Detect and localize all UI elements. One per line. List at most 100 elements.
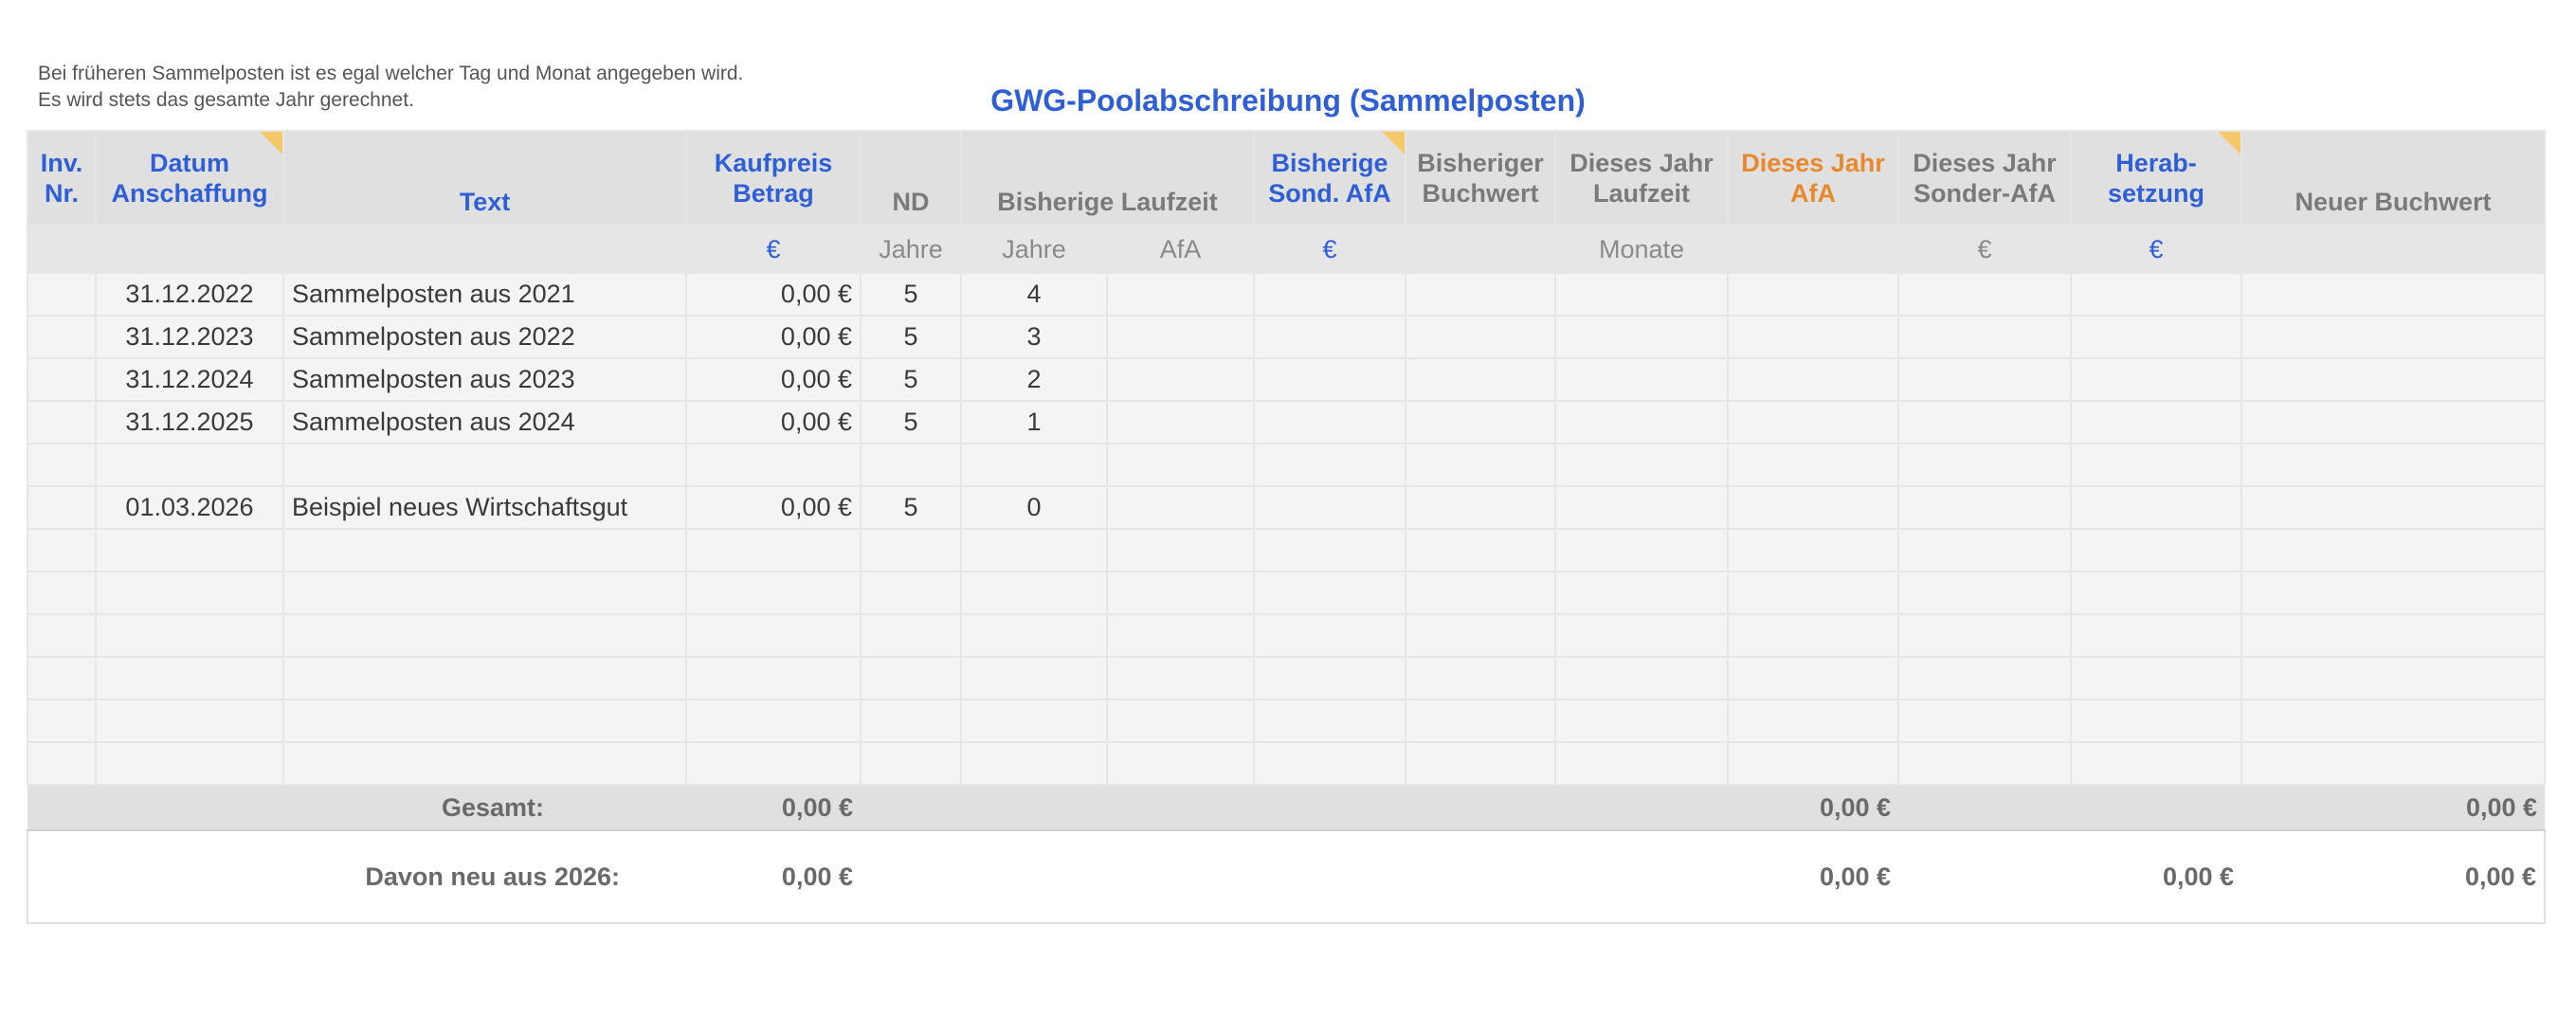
text-cell[interactable]: Sammelposten aus 2022 — [282, 315, 687, 359]
col-header-herab[interactable]: Herab- setzung — [2070, 130, 2243, 227]
text-cell[interactable]: Sammelposten aus 2023 — [282, 357, 687, 402]
buchwert-cell[interactable] — [1405, 272, 1557, 317]
laufzeit-jahre-cell[interactable] — [960, 698, 1108, 743]
col-header-inv[interactable]: Inv. Nr. — [27, 130, 97, 227]
laufzeit-afa-cell[interactable] — [1105, 400, 1256, 444]
herab-cell[interactable] — [2070, 272, 2243, 317]
laufzeit-afa-cell[interactable] — [1105, 698, 1256, 743]
laufzeit-afa-cell[interactable] — [1105, 315, 1256, 359]
laufzeit-jahre-cell[interactable] — [960, 528, 1108, 572]
jahr-sonder-cell[interactable] — [1897, 315, 2073, 359]
new-items-neuer-buchwert[interactable]: 0,00 € — [2241, 830, 2547, 924]
jahr-afa-cell[interactable] — [1727, 656, 1900, 700]
sond-afa-cell[interactable] — [1253, 656, 1407, 700]
betrag-cell[interactable] — [685, 741, 862, 786]
laufzeit-jahre-cell[interactable]: 1 — [960, 400, 1108, 444]
unit-cell[interactable] — [27, 225, 97, 274]
nd-cell[interactable] — [860, 528, 962, 572]
herab-cell[interactable] — [2070, 613, 2243, 658]
laufzeit-afa-cell[interactable] — [1105, 656, 1256, 700]
text-cell[interactable]: Beispiel neues Wirtschaftsgut — [282, 485, 687, 530]
buchwert-cell[interactable] — [1405, 400, 1557, 444]
laufzeit-jahre-cell[interactable] — [960, 443, 1108, 487]
text-cell[interactable]: Sammelposten aus 2021 — [282, 272, 687, 317]
betrag-cell[interactable]: 0,00 € — [685, 485, 862, 530]
jahr-sonder-cell[interactable] — [1897, 528, 2073, 572]
inv-cell[interactable] — [27, 357, 97, 402]
neuer-buchwert-cell[interactable] — [2240, 272, 2547, 317]
jahr-laufzeit-cell[interactable] — [1554, 400, 1730, 444]
unit-laufzeit-afa[interactable]: AfA — [1105, 225, 1256, 274]
jahr-sonder-cell[interactable] — [1897, 400, 2073, 444]
jahr-afa-cell[interactable] — [1727, 698, 1900, 743]
inv-cell[interactable] — [27, 571, 97, 615]
text-cell[interactable] — [282, 528, 687, 572]
text-cell[interactable] — [282, 443, 687, 487]
neuer-buchwert-cell[interactable] — [2240, 443, 2547, 487]
nd-cell[interactable]: 5 — [860, 485, 962, 530]
jahr-afa-cell[interactable] — [1727, 485, 1900, 530]
sond-afa-cell[interactable] — [1253, 741, 1407, 786]
sond-afa-cell[interactable] — [1253, 315, 1407, 359]
jahr-sonder-cell[interactable] — [1897, 656, 2073, 700]
sond-afa-cell[interactable] — [1253, 272, 1407, 317]
betrag-cell[interactable] — [685, 443, 862, 487]
herab-cell[interactable] — [2070, 315, 2243, 359]
inv-cell[interactable] — [27, 272, 97, 317]
datum-cell[interactable] — [95, 698, 284, 743]
col-header-sond-afa[interactable]: Bisherige Sond. AfA — [1253, 130, 1407, 227]
jahr-laufzeit-cell[interactable] — [1554, 656, 1730, 700]
col-header-jahr-laufzeit[interactable]: Dieses Jahr Laufzeit — [1554, 130, 1730, 227]
jahr-afa-cell[interactable] — [1727, 571, 1900, 615]
laufzeit-jahre-cell[interactable]: 2 — [960, 357, 1108, 402]
buchwert-cell[interactable] — [1405, 485, 1557, 530]
jahr-afa-cell[interactable] — [1727, 315, 1900, 359]
buchwert-cell[interactable] — [1405, 741, 1557, 786]
herab-cell[interactable] — [2070, 741, 2243, 786]
comment-flag-icon[interactable] — [260, 133, 281, 154]
sond-afa-cell[interactable] — [1253, 571, 1407, 615]
inv-cell[interactable] — [27, 698, 97, 743]
text-cell[interactable] — [282, 656, 687, 700]
unit-cell[interactable] — [1405, 225, 1557, 274]
neuer-buchwert-cell[interactable] — [2240, 315, 2547, 359]
nd-cell[interactable]: 5 — [860, 315, 962, 359]
jahr-laufzeit-cell[interactable] — [1554, 315, 1730, 359]
buchwert-cell[interactable] — [1405, 698, 1557, 743]
total-kaufpreis[interactable]: 0,00 € — [686, 784, 861, 831]
nd-cell[interactable] — [860, 613, 962, 658]
laufzeit-afa-cell[interactable] — [1105, 571, 1256, 615]
text-cell[interactable]: Sammelposten aus 2024 — [282, 400, 687, 444]
jahr-sonder-cell[interactable] — [1897, 485, 2073, 530]
betrag-cell[interactable]: 0,00 € — [685, 357, 862, 402]
jahr-laufzeit-cell[interactable] — [1554, 698, 1730, 743]
inv-cell[interactable] — [27, 656, 97, 700]
nd-cell[interactable] — [860, 571, 962, 615]
jahr-sonder-cell[interactable] — [1897, 272, 2073, 317]
nd-cell[interactable] — [860, 656, 962, 700]
laufzeit-jahre-cell[interactable] — [960, 571, 1108, 615]
laufzeit-jahre-cell[interactable] — [960, 656, 1108, 700]
betrag-cell[interactable]: 0,00 € — [685, 400, 862, 444]
jahr-sonder-cell[interactable] — [1897, 741, 2073, 786]
betrag-cell[interactable] — [685, 528, 862, 572]
neuer-buchwert-cell[interactable] — [2240, 656, 2547, 700]
nd-cell[interactable] — [860, 443, 962, 487]
datum-cell[interactable]: 31.12.2025 — [95, 400, 284, 444]
unit-cell[interactable] — [2240, 225, 2547, 274]
sond-afa-cell[interactable] — [1253, 357, 1407, 402]
jahr-laufzeit-cell[interactable] — [1554, 613, 1730, 658]
laufzeit-jahre-cell[interactable]: 3 — [960, 315, 1108, 359]
datum-cell[interactable] — [95, 571, 284, 615]
jahr-laufzeit-cell[interactable] — [1554, 443, 1730, 487]
jahr-laufzeit-cell[interactable] — [1554, 741, 1730, 786]
jahr-sonder-cell[interactable] — [1897, 613, 2073, 658]
datum-cell[interactable]: 31.12.2022 — [95, 272, 284, 317]
datum-cell[interactable] — [95, 741, 284, 786]
neuer-buchwert-cell[interactable] — [2240, 698, 2547, 743]
text-cell[interactable] — [282, 741, 687, 786]
datum-cell[interactable]: 31.12.2024 — [95, 357, 284, 402]
inv-cell[interactable] — [27, 315, 97, 359]
unit-jahr-sonder[interactable]: € — [1897, 225, 2073, 274]
neuer-buchwert-cell[interactable] — [2240, 357, 2547, 402]
